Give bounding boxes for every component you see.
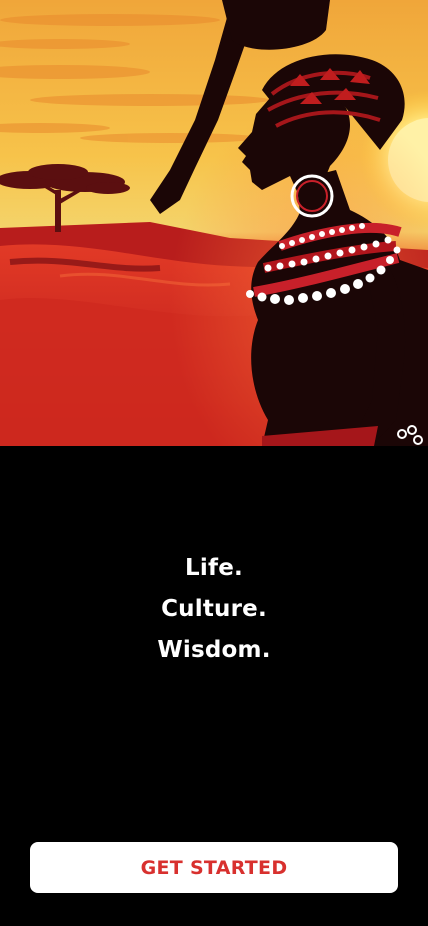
get-started-button[interactable]: GET STARTED xyxy=(30,842,398,893)
african-woman-sunset-illustration xyxy=(0,0,428,446)
tagline: Life. Culture. Wisdom. xyxy=(0,548,428,671)
get-started-label: GET STARTED xyxy=(140,856,288,879)
tagline-line-life: Life. xyxy=(185,555,243,581)
tagline-line-culture: Culture. xyxy=(161,596,267,622)
tagline-line-wisdom: Wisdom. xyxy=(157,637,271,663)
hero-illustration xyxy=(0,0,428,446)
